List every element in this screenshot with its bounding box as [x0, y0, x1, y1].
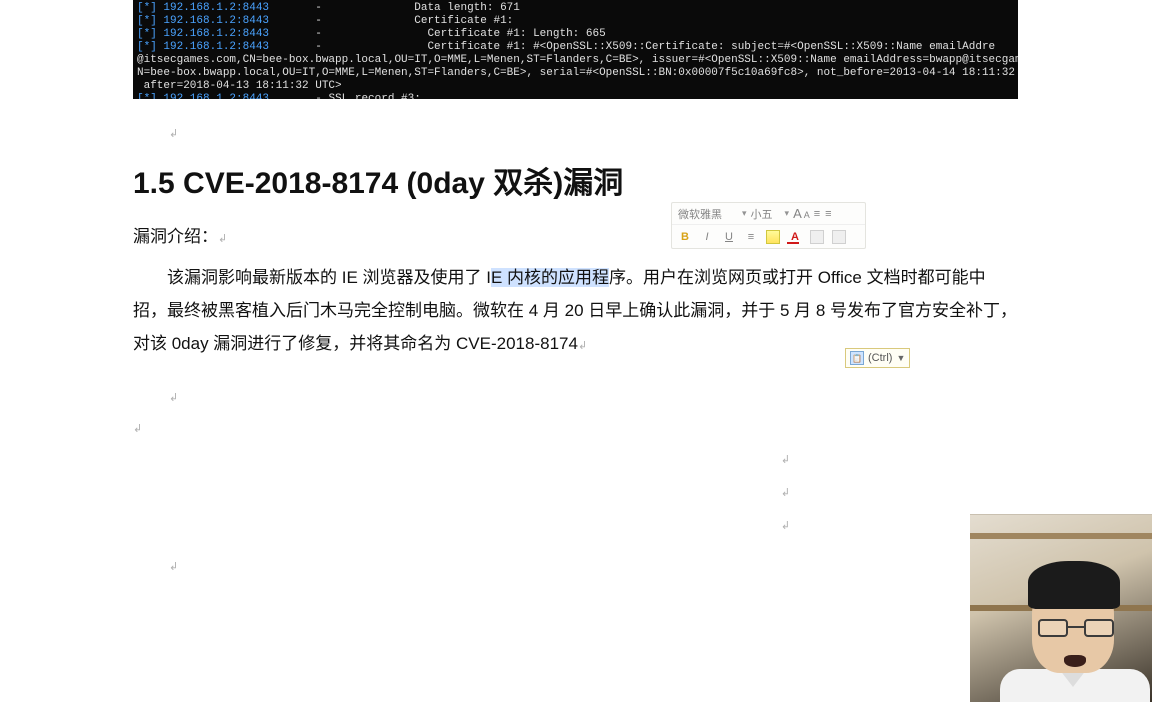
highlight-button[interactable] — [766, 230, 780, 244]
webcam-overlay — [970, 514, 1152, 702]
styles-button[interactable] — [832, 230, 846, 244]
underline-button[interactable]: U — [722, 231, 736, 243]
terminal-host: [*] 192.168.1.2:8443 — [137, 15, 269, 27]
terminal-host: [*] 192.168.1.2:8443 — [137, 41, 269, 53]
italic-button[interactable]: I — [700, 231, 714, 243]
chevron-down-icon[interactable]: ▼ — [896, 353, 905, 363]
paste-icon: 📋 — [850, 351, 864, 365]
section-heading: 1.5 CVE-2018-8174 (0day 双杀)漏洞 — [133, 158, 1018, 202]
terminal-output: [*] 192.168.1.2:8443 - Data length: 671 … — [133, 0, 1018, 99]
terminal-host: [*] 192.168.1.2:8443 — [137, 28, 269, 40]
subheading: 漏洞介绍：↲ — [133, 222, 1018, 247]
font-size-select[interactable]: 小五 — [751, 206, 781, 222]
paragraph-mark: ↲ — [169, 127, 1018, 140]
terminal-host: [*] 192.168.1.2:8443 — [137, 2, 269, 14]
paste-options-label: (Ctrl) — [868, 352, 892, 364]
text-selection: E 内核的应用程 — [491, 268, 609, 287]
terminal-cert-wrap: @itsecgames.com,CN=bee-box.bwapp.local,O… — [137, 54, 1018, 92]
align-button[interactable]: ≡ — [744, 231, 758, 243]
dropdown-icon[interactable]: ▾ — [742, 208, 747, 219]
blank-lines: ↲ ↲ — [133, 391, 1018, 435]
blank-lines-center: ↲ ↲ ↲ — [133, 453, 1018, 532]
increase-indent-button[interactable]: ≡ — [825, 208, 832, 220]
dropdown-icon[interactable]: ▾ — [785, 208, 790, 219]
document-body: ↲ 1.5 CVE-2018-8174 (0day 双杀)漏洞 漏洞介绍：↲ 该… — [133, 99, 1018, 591]
blank-line-left: ↲ — [133, 560, 1018, 573]
grow-shrink-font[interactable]: A A — [793, 206, 810, 221]
floating-mini-toolbar[interactable]: 微软雅黑 ▾ 小五 ▾ A A ≡ ≡ B I U ≡ A — [671, 202, 866, 249]
font-color-button[interactable]: A — [788, 231, 802, 243]
font-name-select[interactable]: 微软雅黑 — [678, 206, 738, 222]
format-painter-button[interactable] — [810, 230, 824, 244]
decrease-indent-button[interactable]: ≡ — [814, 208, 821, 220]
paste-options-tag[interactable]: 📋 (Ctrl) ▼ — [845, 348, 910, 368]
bold-button[interactable]: B — [678, 231, 692, 243]
